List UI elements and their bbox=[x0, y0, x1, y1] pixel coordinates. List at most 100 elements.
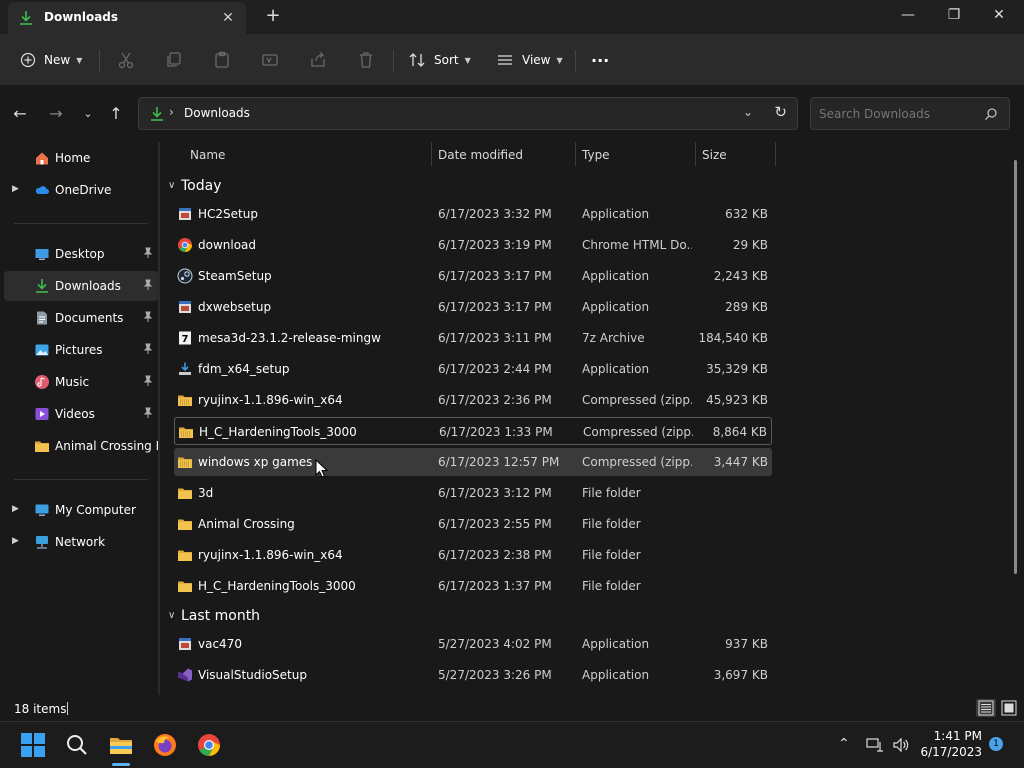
chevron-down-icon[interactable]: ∨ bbox=[168, 610, 175, 621]
back-button[interactable]: ← bbox=[10, 104, 30, 124]
details-view-icon[interactable] bbox=[976, 699, 996, 717]
download-icon bbox=[151, 107, 163, 121]
sort-button[interactable]: Sort ▼ bbox=[408, 46, 471, 74]
file-name: H_C_HardeningTools_3000 bbox=[198, 579, 356, 593]
sidebar-item-onedrive[interactable]: ▶ OneDrive bbox=[4, 175, 158, 205]
file-type: File folder bbox=[582, 548, 641, 562]
divider bbox=[14, 223, 148, 224]
sidebar-item-network[interactable]: ▶ Network bbox=[4, 527, 158, 557]
view-button[interactable]: View ▼ bbox=[496, 46, 563, 74]
delete-icon[interactable] bbox=[356, 50, 376, 70]
column-separator[interactable] bbox=[431, 142, 432, 166]
sidebar-item-music[interactable]: Music bbox=[4, 367, 158, 397]
file-row[interactable]: dxwebsetup 6/17/2023 3:17 PM Application 28… bbox=[174, 293, 772, 321]
file-row[interactable]: download 6/17/2023 3:19 PM Chrome HTML Do.… bbox=[174, 231, 772, 259]
column-header-date[interactable]: ⌄ Date modified bbox=[438, 142, 574, 166]
column-separator[interactable] bbox=[575, 142, 576, 166]
file-row[interactable]: VisualStudioSetup 5/27/2023 3:26 PM Applic… bbox=[174, 661, 772, 689]
tab-downloads[interactable]: Downloads ✕ bbox=[8, 2, 246, 34]
new-button[interactable]: New ▼ bbox=[20, 46, 82, 74]
file-explorer-icon[interactable] bbox=[108, 732, 134, 758]
sidebar-item-home[interactable]: Home bbox=[4, 143, 158, 173]
mouse-cursor-icon bbox=[315, 459, 329, 478]
network-status-icon[interactable] bbox=[866, 737, 884, 753]
chevron-down-icon[interactable]: ∨ bbox=[168, 180, 175, 191]
share-icon[interactable] bbox=[308, 50, 328, 70]
file-type: File folder bbox=[582, 579, 641, 593]
volume-icon[interactable] bbox=[892, 737, 910, 753]
file-row[interactable]: 7 mesa3d-23.1.2-release-mingw 6/17/2023 3:… bbox=[174, 324, 772, 352]
folder-icon bbox=[35, 441, 49, 452]
new-tab-button[interactable]: + bbox=[262, 6, 284, 28]
search-icon[interactable] bbox=[984, 107, 998, 121]
file-size: 2,243 KB bbox=[713, 269, 768, 283]
file-row[interactable]: fdm_x64_setup 6/17/2023 2:44 PM Applicatio… bbox=[174, 355, 772, 383]
notification-badge[interactable]: 1 bbox=[989, 737, 1003, 751]
maximize-button[interactable]: ❐ bbox=[931, 0, 977, 32]
recent-locations-button[interactable]: ⌄ bbox=[78, 104, 98, 124]
file-row[interactable]: vac470 5/27/2023 4:02 PM Application 937 KB bbox=[174, 630, 772, 658]
chrome-icon bbox=[178, 238, 192, 252]
file-date: 6/17/2023 12:57 PM bbox=[438, 455, 560, 469]
title-bar: Downloads ✕ + — ❐ ✕ bbox=[0, 0, 1024, 34]
more-options-button[interactable]: ··· bbox=[591, 46, 609, 74]
file-date: 6/17/2023 3:19 PM bbox=[438, 238, 552, 252]
sidebar-item-desktop[interactable]: Desktop bbox=[4, 239, 158, 269]
chevron-right-icon[interactable]: ▶ bbox=[12, 504, 19, 514]
large-icons-view-icon[interactable] bbox=[999, 699, 1019, 717]
search-input[interactable] bbox=[810, 97, 1010, 130]
column-separator[interactable] bbox=[695, 142, 696, 166]
windows-start-icon[interactable] bbox=[20, 732, 46, 758]
group-header-last-month[interactable]: ∨ Last month bbox=[164, 604, 764, 630]
rename-icon[interactable] bbox=[260, 50, 280, 70]
firefox-icon[interactable] bbox=[152, 732, 178, 758]
tab-close-icon[interactable]: ✕ bbox=[218, 8, 238, 28]
system-clock[interactable]: 1:41 PM 6/17/2023 bbox=[912, 728, 982, 760]
file-row[interactable]: HC2Setup 6/17/2023 3:32 PM Application 632 … bbox=[174, 200, 772, 228]
sidebar-item-documents[interactable]: Documents bbox=[4, 303, 158, 333]
cut-icon[interactable] bbox=[116, 50, 136, 70]
column-header-name[interactable]: Name bbox=[190, 142, 430, 166]
chevron-down-icon[interactable]: ⌄ bbox=[743, 105, 753, 119]
sidebar-item-label: Desktop bbox=[55, 247, 105, 261]
sidebar-item-pictures[interactable]: Pictures bbox=[4, 335, 158, 365]
file-row[interactable]: windows xp games 6/17/2023 12:57 PM Compre… bbox=[174, 448, 772, 476]
scrollbar[interactable] bbox=[1014, 160, 1017, 574]
close-window-button[interactable]: ✕ bbox=[976, 0, 1022, 32]
fdm-icon bbox=[179, 362, 191, 375]
file-row[interactable]: ryujinx-1.1.896-win_x64 6/17/2023 2:38 PM… bbox=[174, 541, 772, 569]
chevron-right-icon[interactable]: ▶ bbox=[12, 184, 19, 194]
address-bar[interactable]: › Downloads ⌄ ↻ bbox=[138, 97, 798, 130]
sidebar-item-videos[interactable]: Videos bbox=[4, 399, 158, 429]
desktop-icon bbox=[35, 249, 49, 260]
group-header-today[interactable]: ∨ Today bbox=[164, 174, 764, 200]
copy-icon[interactable] bbox=[164, 50, 184, 70]
column-header-size[interactable]: Size bbox=[702, 142, 774, 166]
search-icon[interactable] bbox=[64, 732, 90, 758]
file-row[interactable]: SteamSetup 6/17/2023 3:17 PM Application 2,… bbox=[174, 262, 772, 290]
file-row[interactable]: Animal Crossing 6/17/2023 2:55 PM File fol… bbox=[174, 510, 772, 538]
up-button[interactable]: ↑ bbox=[106, 104, 126, 124]
refresh-icon[interactable]: ↻ bbox=[774, 103, 787, 121]
forward-button[interactable]: → bbox=[46, 104, 66, 124]
column-header-type[interactable]: Type bbox=[582, 142, 694, 166]
file-row[interactable]: H_C_HardeningTools_3000 6/17/2023 1:33 PM… bbox=[174, 417, 772, 445]
file-row[interactable]: ryujinx-1.1.896-win_x64 6/17/2023 2:36 PM… bbox=[174, 386, 772, 414]
column-separator[interactable] bbox=[775, 142, 776, 166]
chevron-up-icon[interactable]: ⌃ bbox=[838, 736, 850, 752]
sidebar-item-my-computer[interactable]: ▶ My Computer bbox=[4, 495, 158, 525]
minimize-button[interactable]: — bbox=[885, 0, 931, 32]
file-row[interactable]: 3d 6/17/2023 3:12 PM File folder bbox=[174, 479, 772, 507]
file-size: 184,540 KB bbox=[698, 331, 768, 345]
file-row[interactable]: H_C_HardeningTools_3000 6/17/2023 1:37 PM… bbox=[174, 572, 772, 600]
chrome-icon[interactable] bbox=[196, 732, 222, 758]
sidebar-item-label: My Computer bbox=[55, 503, 136, 517]
visual-studio-icon bbox=[178, 668, 192, 682]
sidebar-item-animal-crossing[interactable]: Animal Crossing New Horizons bbox=[4, 431, 158, 461]
chevron-right-icon[interactable]: ▶ bbox=[12, 536, 19, 546]
paste-icon[interactable] bbox=[212, 50, 232, 70]
file-date: 6/17/2023 1:37 PM bbox=[438, 579, 552, 593]
sidebar-item-label: Downloads bbox=[55, 279, 121, 293]
sidebar-item-downloads[interactable]: Downloads bbox=[4, 271, 158, 301]
breadcrumb-downloads[interactable]: Downloads bbox=[184, 106, 250, 120]
